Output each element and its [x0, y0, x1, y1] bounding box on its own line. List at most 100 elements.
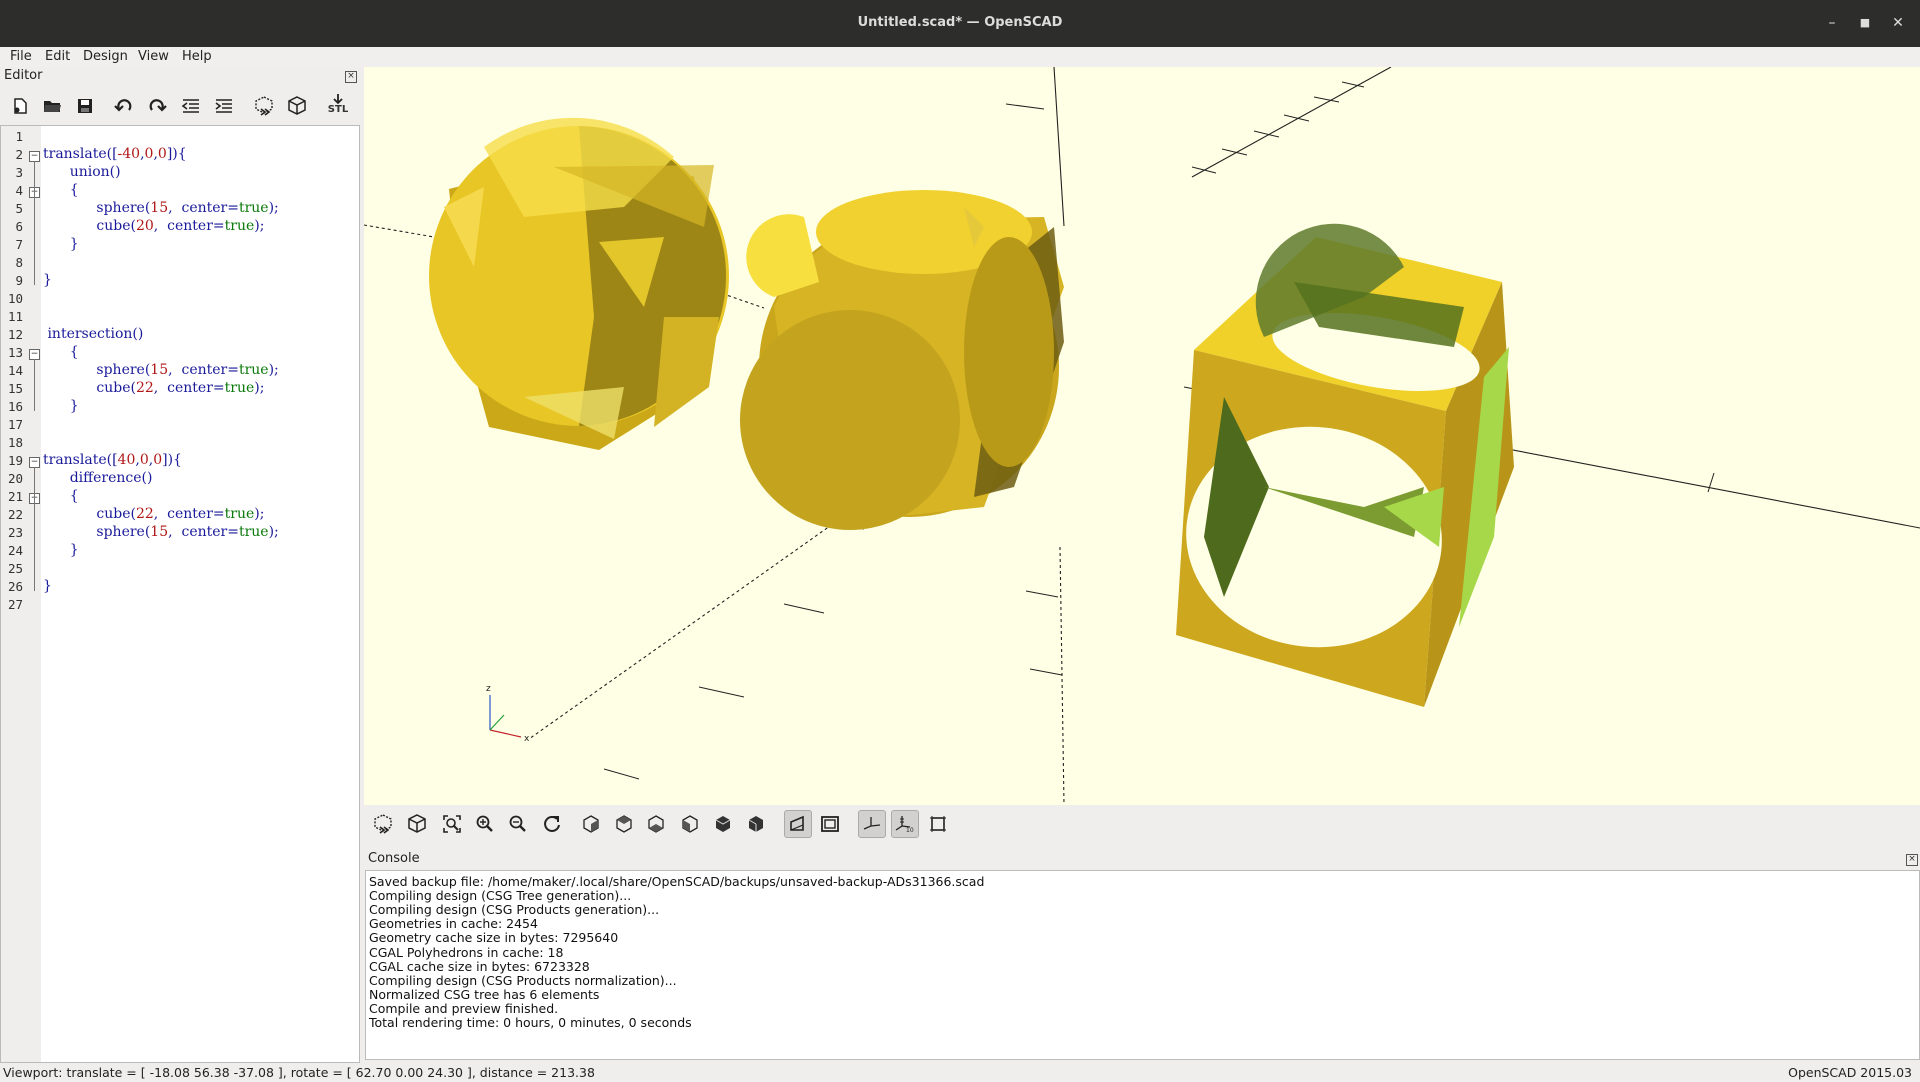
view-right-icon	[583, 815, 599, 833]
code-line[interactable]: intersection()	[43, 326, 143, 342]
unindent-icon	[181, 99, 199, 113]
code-line[interactable]: }	[43, 236, 79, 252]
line-number: 24	[7, 543, 23, 558]
menu-edit[interactable]: Edit	[45, 49, 70, 64]
line-number: 18	[7, 435, 23, 450]
view-all-button[interactable]	[439, 811, 465, 837]
line-number: 13	[7, 345, 23, 360]
line-number: 9	[15, 273, 23, 288]
show-axes-button[interactable]	[858, 810, 886, 838]
line-number: 6	[15, 219, 23, 234]
console-close-icon[interactable]: ×	[1906, 854, 1918, 866]
code-line[interactable]: }	[43, 542, 79, 558]
code-line[interactable]: difference()	[43, 470, 153, 486]
redo-button[interactable]	[144, 93, 170, 119]
code-line[interactable]: }	[43, 398, 79, 414]
zoom-fit-icon	[443, 815, 461, 833]
orthogonal-button[interactable]	[817, 811, 843, 837]
code-line[interactable]: {	[43, 488, 79, 504]
fold-guide	[34, 359, 35, 411]
line-number: 10	[7, 291, 23, 306]
scale-markers-icon: 10	[895, 816, 914, 834]
view-back-button[interactable]	[743, 811, 769, 837]
preview-view-button[interactable]	[370, 811, 396, 837]
console-line: CGAL Polyhedrons in cache: 18	[369, 944, 564, 960]
close-icon[interactable]: ✕	[1888, 13, 1908, 33]
minimize-icon[interactable]: –	[1822, 13, 1842, 33]
code-line[interactable]: {	[43, 182, 79, 198]
menu-file[interactable]: File	[10, 49, 32, 64]
console-line: Saved backup file: /home/maker/.local/sh…	[369, 874, 985, 889]
menu-view[interactable]: View	[138, 49, 169, 64]
view-right-button[interactable]	[578, 811, 604, 837]
code-line[interactable]: sphere(15, center=true);	[43, 362, 278, 378]
perspective-button[interactable]	[784, 810, 812, 838]
save-file-button[interactable]	[72, 93, 98, 119]
editor-close-icon[interactable]: ×	[345, 71, 357, 83]
render-view-button[interactable]	[404, 811, 430, 837]
svg-text:10: 10	[906, 827, 914, 834]
render-button[interactable]	[284, 93, 310, 119]
render-cube-icon	[288, 96, 306, 115]
unindent-button[interactable]	[178, 93, 204, 119]
show-edges-button[interactable]	[925, 811, 951, 837]
code-line[interactable]: sphere(15, center=true);	[43, 524, 278, 540]
redo-icon	[149, 99, 167, 112]
export-stl-button[interactable]: STL	[325, 91, 351, 117]
code-line[interactable]: translate([-40,0,0]){	[43, 146, 187, 162]
line-number: 25	[7, 561, 23, 576]
code-line[interactable]: union()	[43, 164, 121, 180]
line-number: 12	[7, 327, 23, 342]
menu-help[interactable]: Help	[182, 49, 212, 64]
reset-view-icon	[544, 816, 560, 832]
code-line[interactable]: cube(20, center=true);	[43, 218, 264, 234]
axis-gizmo	[489, 695, 522, 738]
line-number: 20	[7, 471, 23, 486]
edges-icon	[930, 816, 946, 832]
code-editor[interactable]: 12−34−5678910111213−141516171819−2021−22…	[0, 125, 360, 1063]
code-line[interactable]: }	[43, 578, 52, 594]
console-line: Normalized CSG tree has 6 elements	[369, 986, 600, 1002]
code-line[interactable]: cube(22, center=true);	[43, 380, 264, 396]
maximize-icon[interactable]: ■	[1855, 13, 1875, 33]
preview-button[interactable]	[251, 93, 277, 119]
new-file-icon	[14, 98, 27, 114]
preview-icon	[374, 814, 392, 834]
line-number: 22	[7, 507, 23, 522]
view-front-button[interactable]	[710, 811, 736, 837]
undo-button[interactable]	[111, 93, 137, 119]
view-bottom-icon	[648, 815, 664, 833]
scene-render: z x	[364, 67, 1920, 805]
axis-x-label: x	[524, 734, 530, 744]
view-left-button[interactable]	[677, 811, 703, 837]
code-line[interactable]: {	[43, 344, 79, 360]
code-line[interactable]: translate([40,0,0]){	[43, 452, 182, 468]
console-line: CGAL cache size in bytes: 6723328	[369, 958, 590, 974]
line-number: 11	[7, 309, 23, 324]
zoom-in-button[interactable]	[472, 811, 498, 837]
union-object	[429, 117, 729, 450]
view-top-button[interactable]	[611, 811, 637, 837]
code-line[interactable]: }	[43, 272, 52, 288]
zoom-out-button[interactable]	[505, 811, 531, 837]
3d-viewport[interactable]: z x	[364, 67, 1920, 805]
zoom-out-icon	[509, 815, 526, 832]
show-scale-markers-button[interactable]: 10	[891, 810, 919, 838]
indent-button[interactable]	[211, 93, 237, 119]
console-label: Console	[368, 851, 420, 866]
menu-design[interactable]: Design	[83, 49, 128, 64]
console-line: Compiling design (CSG Products normaliza…	[369, 972, 677, 988]
line-number: 21	[7, 489, 23, 504]
axes-icon	[863, 817, 881, 830]
reset-view-button[interactable]	[539, 811, 565, 837]
open-file-button[interactable]	[39, 93, 65, 119]
view-bottom-button[interactable]	[643, 811, 669, 837]
code-line[interactable]: sphere(15, center=true);	[43, 200, 278, 216]
code-line[interactable]: cube(22, center=true);	[43, 506, 264, 522]
new-file-button[interactable]	[7, 93, 33, 119]
open-folder-icon	[44, 101, 61, 112]
preview-icon	[255, 96, 273, 116]
perspective-icon	[790, 815, 804, 831]
zoom-in-icon	[476, 815, 493, 832]
console-output[interactable]: Saved backup file: /home/maker/.local/sh…	[365, 870, 1920, 1060]
